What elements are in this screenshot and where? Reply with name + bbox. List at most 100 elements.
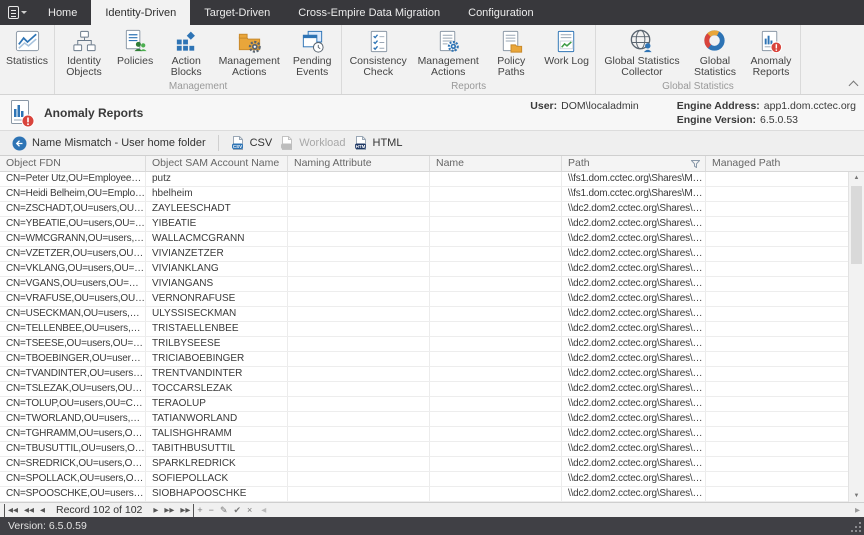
- nav-last-button[interactable]: ▶▶: [177, 504, 194, 517]
- pending-events-button[interactable]: Pending Events: [284, 25, 340, 78]
- tab-home[interactable]: Home: [34, 0, 91, 25]
- pending-events-icon: [299, 28, 326, 55]
- policies-button[interactable]: Policies: [112, 25, 158, 67]
- table-row[interactable]: CN=TSEESE,OU=users,OU=Colum... TRILBYSEE…: [0, 337, 848, 352]
- table-row[interactable]: CN=TBUSUTTIL,OU=users,OU=Col... TABITHBU…: [0, 442, 848, 457]
- anomaly-reports-page-icon: [8, 98, 36, 128]
- nav-append-button[interactable]: +: [194, 504, 205, 517]
- consistency-check-button[interactable]: Consistency Check: [343, 25, 413, 78]
- table-row[interactable]: CN=SPOLLACK,OU=users,OU=Col... SOFIEPOLL…: [0, 472, 848, 487]
- tab-identity-driven[interactable]: Identity-Driven: [91, 0, 190, 25]
- work-log-button[interactable]: Work Log: [539, 25, 594, 67]
- table-row[interactable]: CN=VKLANG,OU=users,OU=Colu... VIVIANKLAN…: [0, 262, 848, 277]
- hscroll-left-arrow[interactable]: ◀: [255, 506, 272, 514]
- table-row[interactable]: CN=VGANS,OU=users,OU=Colum... VIVIANGANS…: [0, 277, 848, 292]
- table-row[interactable]: CN=TELLENBEE,OU=users,OU=Co... TRISTAELL…: [0, 322, 848, 337]
- anomaly-reports-button[interactable]: Anomaly Reports: [743, 25, 799, 78]
- tab-cross-empire-data-migration[interactable]: Cross-Empire Data Migration: [284, 0, 454, 25]
- tab-target-driven[interactable]: Target-Driven: [190, 0, 284, 25]
- column-header-managed-path[interactable]: Managed Path: [706, 156, 864, 171]
- cell-managed-path: [706, 487, 848, 501]
- cell-managed-path: [706, 397, 848, 411]
- table-row[interactable]: CN=Peter Utz,OU=Employees,OU... putz \\f…: [0, 172, 848, 187]
- hscroll-right-arrow[interactable]: ▶: [855, 506, 860, 514]
- column-header-naming-attribute[interactable]: Naming Attribute: [288, 156, 430, 171]
- cell-naming-attribute: [288, 382, 430, 396]
- vertical-scrollbar-thumb[interactable]: [851, 186, 862, 264]
- nav-next-page-button[interactable]: ▶▶: [161, 504, 177, 517]
- scroll-up-arrow[interactable]: ▲: [849, 172, 864, 184]
- nav-prev-button[interactable]: ◀: [37, 504, 48, 517]
- column-header-name[interactable]: Name: [430, 156, 562, 171]
- cell-naming-attribute: [288, 322, 430, 336]
- cell-managed-path: [706, 187, 848, 201]
- table-row[interactable]: CN=TBOEBINGER,OU=users,OU=... TRICIABOEB…: [0, 352, 848, 367]
- table-row[interactable]: CN=Heidi Belheim,OU=Employees... hbelhei…: [0, 187, 848, 202]
- ribbon-button-label: Global Statistics Collector: [602, 56, 682, 78]
- ribbon-group-management: Identity Objects Policies Action Blocks …: [55, 25, 342, 94]
- cell-object-fdn: CN=SPOOSCHKE,OU=users,OU=C...: [0, 487, 146, 501]
- table-row[interactable]: CN=WMCGRANN,OU=users,OU=... WALLACMCGRAN…: [0, 232, 848, 247]
- cell-path: \\dc2.dom2.cctec.org\Shares\Colu...: [562, 217, 706, 231]
- back-button[interactable]: Name Mismatch - User home folder: [8, 136, 210, 151]
- table-row[interactable]: CN=TOLUP,OU=users,OU=Colum... TERAOLUP \…: [0, 397, 848, 412]
- cell-managed-path: [706, 277, 848, 291]
- policies-icon: [122, 28, 149, 55]
- cell-object-fdn: CN=TOLUP,OU=users,OU=Colum...: [0, 397, 146, 411]
- table-row[interactable]: CN=TSLEZAK,OU=users,OU=Colu... TOCCARSLE…: [0, 382, 848, 397]
- management-actions-button[interactable]: Management Actions: [214, 25, 284, 78]
- application-menu-button[interactable]: [0, 0, 34, 25]
- cell-object-fdn: CN=YBEATIE,OU=users,OU=Colu...: [0, 217, 146, 231]
- identity-objects-button[interactable]: Identity Objects: [56, 25, 112, 78]
- cell-managed-path: [706, 307, 848, 321]
- nav-post-button[interactable]: ✔: [230, 504, 244, 517]
- application-window: Home Identity-Driven Target-Driven Cross…: [0, 0, 864, 535]
- nav-prev-page-button[interactable]: ◀◀: [21, 504, 37, 517]
- cell-path: \\dc2.dom2.cctec.org\Shares\Colu...: [562, 427, 706, 441]
- nav-cancel-button[interactable]: ×: [244, 504, 255, 517]
- table-row[interactable]: CN=VRAFUSE,OU=users,OU=Col... VERNONRAFU…: [0, 292, 848, 307]
- table-row[interactable]: CN=USECKMAN,OU=users,OU=C... ULYSSISECKM…: [0, 307, 848, 322]
- resize-grip[interactable]: [851, 522, 861, 532]
- cell-path: \\dc2.dom2.cctec.org\Shares\Colu...: [562, 202, 706, 216]
- nav-delete-button[interactable]: −: [206, 504, 217, 517]
- global-statistics-button[interactable]: Global Statistics: [687, 25, 743, 78]
- table-row[interactable]: CN=VZETZER,OU=users,OU=Colu... VIVIANZET…: [0, 247, 848, 262]
- table-row[interactable]: CN=TVANDINTER,OU=users,OU=... TRENTVANDI…: [0, 367, 848, 382]
- global-statistics-collector-button[interactable]: Global Statistics Collector: [597, 25, 687, 78]
- cell-name: [430, 457, 562, 471]
- action-blocks-button[interactable]: Action Blocks: [158, 25, 214, 78]
- filter-icon[interactable]: [691, 160, 700, 168]
- nav-edit-button[interactable]: ✎: [217, 504, 231, 517]
- cell-managed-path: [706, 202, 848, 216]
- table-row[interactable]: CN=SREDRICK,OU=users,OU=Col... SPARKLRED…: [0, 457, 848, 472]
- cell-naming-attribute: [288, 412, 430, 426]
- cell-object-sam-account-name: TABITHBUSUTTIL: [146, 442, 288, 456]
- cell-object-sam-account-name: ULYSSISECKMAN: [146, 307, 288, 321]
- table-row[interactable]: CN=TGHRAMM,OU=users,OU=Co... TALISHGHRAM…: [0, 427, 848, 442]
- cell-naming-attribute: [288, 292, 430, 306]
- table-row[interactable]: CN=TWORLAND,OU=users,OU=C... TATIANWORLA…: [0, 412, 848, 427]
- column-header-object-fdn[interactable]: Object FDN: [0, 156, 146, 171]
- policy-paths-button[interactable]: Policy Paths: [483, 25, 539, 78]
- table-row[interactable]: CN=SPOOSCHKE,OU=users,OU=C... SIOBHAPOOS…: [0, 487, 848, 502]
- export-workload-button[interactable]: Workload: [276, 135, 349, 151]
- vertical-scrollbar[interactable]: ▲ ▼: [848, 172, 864, 502]
- scroll-down-arrow[interactable]: ▼: [849, 490, 864, 502]
- table-row[interactable]: CN=YBEATIE,OU=users,OU=Colu... YIBEATIE …: [0, 217, 848, 232]
- cell-object-fdn: CN=USECKMAN,OU=users,OU=C...: [0, 307, 146, 321]
- export-html-button[interactable]: HTM HTML: [350, 135, 407, 151]
- cell-naming-attribute: [288, 307, 430, 321]
- nav-next-button[interactable]: ▶: [150, 504, 161, 517]
- table-row[interactable]: CN=ZSCHADT,OU=users,OU=Col... ZAYLEESCHA…: [0, 202, 848, 217]
- ribbon-button-label: Statistics: [6, 56, 48, 67]
- column-header-object-sam-account-name[interactable]: Object SAM Account Name: [146, 156, 288, 171]
- cell-naming-attribute: [288, 337, 430, 351]
- management-actions-report-button[interactable]: Management Actions: [413, 25, 483, 78]
- ribbon-collapse-button[interactable]: [849, 81, 859, 91]
- statistics-button[interactable]: Statistics: [1, 25, 53, 67]
- tab-configuration[interactable]: Configuration: [454, 0, 547, 25]
- export-csv-button[interactable]: CSV CSV: [227, 135, 277, 151]
- nav-first-button[interactable]: ◀◀: [4, 504, 21, 517]
- column-header-path[interactable]: Path: [562, 156, 706, 171]
